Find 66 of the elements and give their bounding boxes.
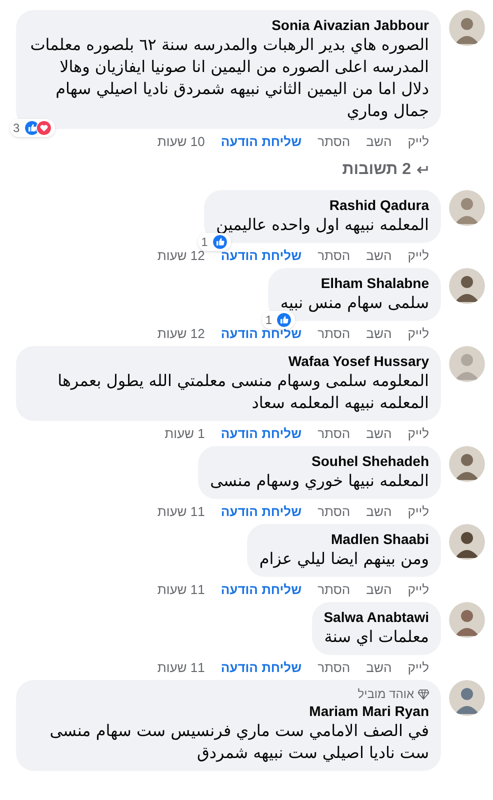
reaction-number: 3 bbox=[13, 120, 20, 136]
comment-text: معلمات اي سنة bbox=[324, 626, 429, 648]
comment-action-link[interactable]: השב bbox=[366, 325, 392, 342]
comment-text: في الصف الامامي ست ماري فرنسيس ست سهام منسى ست ناديا اصيلي ست نبيهه شمردق bbox=[48, 720, 429, 764]
comment-text: المعلمه نبيهه اول واحده عاليمين bbox=[216, 214, 429, 236]
author-name[interactable]: Rashid Qadura bbox=[329, 196, 429, 214]
avatar[interactable] bbox=[449, 602, 485, 638]
badge-label: אוהד מוביל bbox=[358, 686, 414, 702]
author-name[interactable]: Mariam Mari Ryan bbox=[309, 702, 429, 720]
comment-text: المعلومه سلمى وسهام منسى معلمتي الله يطول بعمرها المعلمه نبيهه المعلمه سعاد bbox=[56, 370, 429, 414]
timestamp[interactable]: 1 שעות bbox=[164, 425, 205, 442]
comment-action-link[interactable]: לייק bbox=[408, 133, 429, 150]
comment-action-link[interactable]: השב bbox=[366, 425, 392, 442]
timestamp[interactable]: 10 שעות bbox=[157, 133, 205, 150]
comment-action-link[interactable]: הסתר bbox=[318, 325, 350, 342]
avatar[interactable] bbox=[449, 10, 485, 46]
avatar[interactable] bbox=[449, 680, 485, 716]
comment-action-link[interactable]: הסתר bbox=[318, 247, 350, 264]
comment-action-link[interactable]: הסתר bbox=[318, 133, 350, 150]
comment-action-link[interactable]: לייק bbox=[408, 503, 429, 520]
comment-action-link[interactable]: לייק bbox=[408, 247, 429, 264]
comment-action-link[interactable]: השב bbox=[366, 581, 392, 598]
reaction-count[interactable]: 1 bbox=[262, 311, 296, 329]
comment-action-link[interactable]: השב bbox=[366, 503, 392, 520]
comment-action-link[interactable]: הסתר bbox=[318, 581, 350, 598]
thumbs-up-icon bbox=[276, 312, 292, 328]
timestamp[interactable]: 11 שעות bbox=[157, 581, 205, 598]
comment-action-link[interactable]: הסתר bbox=[318, 425, 350, 442]
view-replies-button[interactable]: 2 תשובות bbox=[16, 156, 429, 184]
timestamp[interactable]: 11 שעות bbox=[157, 659, 205, 676]
timestamp[interactable]: 12 שעות bbox=[157, 325, 205, 342]
author-name[interactable]: Wafaa Yosef Hussary bbox=[288, 352, 429, 370]
author-name[interactable]: Salwa Anabtawi bbox=[324, 608, 429, 626]
comment-text: ومن بينهم ايضا ليلي عزام bbox=[259, 548, 429, 570]
comment-action-link[interactable]: הסתר bbox=[318, 659, 350, 676]
timestamp[interactable]: 11 שעות bbox=[157, 503, 205, 520]
reaction-count[interactable]: 3 bbox=[10, 119, 55, 137]
author-name[interactable]: Sonia Aivazian Jabbour bbox=[272, 16, 429, 34]
comment-action-link[interactable]: השב bbox=[366, 133, 392, 150]
author-name[interactable]: Souhel Shehadeh bbox=[312, 452, 429, 470]
send-message-link[interactable]: שליחת הודעה bbox=[220, 659, 302, 676]
comment-text: سلمى سهام منس نبيه bbox=[280, 292, 429, 314]
comment-action-link[interactable]: לייק bbox=[408, 581, 429, 598]
comment-action-link[interactable]: השב bbox=[366, 247, 392, 264]
reaction-number: 1 bbox=[201, 234, 208, 250]
send-message-link[interactable]: שליחת הודעה bbox=[220, 133, 302, 150]
comment-action-link[interactable]: לייק bbox=[408, 425, 429, 442]
comment-text: الصوره هاي بدير الرهبات والمدرسه سنة ٦٢ بلصوره معلمات المدرسه اعلى الصوره من اليمين انا صونيا ايفازيان وهالا دلال اما من اليمين الثاني نبيهه شمردق ناديا اصيلي سهام جمال وماري bbox=[29, 34, 429, 122]
diamond-icon bbox=[418, 688, 429, 700]
send-message-link[interactable]: שליחת הודעה bbox=[220, 425, 302, 442]
comment-text: المعلمه نبيها خوري وسهام منسى bbox=[210, 470, 429, 492]
reaction-number: 1 bbox=[265, 312, 272, 328]
comment-action-link[interactable]: לייק bbox=[408, 325, 429, 342]
author-name[interactable]: Madlen Shaabi bbox=[330, 530, 429, 548]
heart-icon bbox=[36, 120, 52, 136]
thumbs-up-icon bbox=[212, 234, 228, 250]
avatar[interactable] bbox=[449, 524, 485, 560]
comment-action-link[interactable]: השב bbox=[366, 659, 392, 676]
avatar[interactable] bbox=[449, 446, 485, 482]
avatar[interactable] bbox=[449, 268, 485, 304]
author-name[interactable]: Elham Shalabne bbox=[320, 274, 429, 292]
send-message-link[interactable]: שליחת הודעה bbox=[220, 503, 302, 520]
comment-action-link[interactable]: לייק bbox=[408, 659, 429, 676]
reaction-count[interactable]: 1 bbox=[198, 233, 231, 251]
comment-action-link[interactable]: הסתר bbox=[318, 503, 350, 520]
send-message-link[interactable]: שליחת הודעה bbox=[220, 581, 302, 598]
